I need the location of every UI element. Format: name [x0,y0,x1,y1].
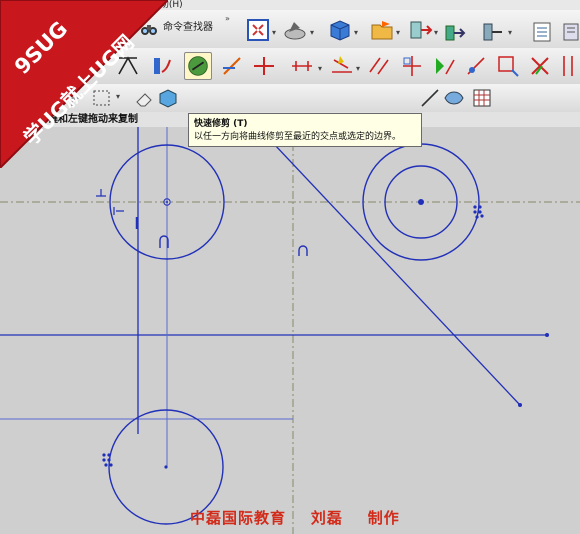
fillet-dropdown-icon[interactable]: ▾ [318,64,322,73]
menu-item-help[interactable]: 帮助(H) [151,0,183,10]
menu-item-edit[interactable]: 编辑(E) [0,0,31,10]
shaded-cube-icon[interactable] [326,16,354,44]
view-orient-icon[interactable] [406,16,434,44]
shaded-cube-dropdown-icon[interactable]: ▾ [354,28,358,37]
lower-center [164,465,168,469]
render-style-dropdown-icon[interactable]: ▾ [310,28,314,37]
tangent-symbol-2 [298,245,308,256]
perpendicular-symbol [96,189,106,197]
assembly-icon[interactable] [562,18,580,46]
selection-box-icon[interactable] [90,86,114,110]
graphics-window[interactable] [0,127,580,534]
fit-view-icon[interactable] [244,16,272,44]
fit-view-dropdown-icon[interactable]: ▾ [272,28,276,37]
grid-icon[interactable] [470,86,494,110]
snap-point-icon[interactable] [60,86,84,110]
line-endpoint [545,333,549,337]
status-hint-text: 键和左键拖动来复制 [48,114,138,125]
delete-constraint-icon[interactable] [526,52,554,80]
spline-curve-icon[interactable] [148,52,176,80]
view-orient-dropdown-icon[interactable]: ▾ [434,28,438,37]
diagonal-line [257,127,521,406]
credit-text: 中磊国际教育 刘磊 制作 [190,509,400,527]
selection-toolbar: ▾ [0,84,580,113]
perpendicular-constraint-icon[interactable] [398,52,426,80]
show-constraints-icon[interactable] [462,52,490,80]
profile-line-icon[interactable] [114,52,142,80]
auto-constrain-icon[interactable] [430,52,458,80]
select-body-icon[interactable] [156,86,180,110]
menu-item-analysis[interactable]: 分析(L) [48,0,78,10]
quick-trim-tooltip: 快速修剪 (T) 以任一方向将曲线修剪至最近的交点或选定的边界。 [188,113,422,147]
eraser-icon[interactable] [132,86,156,110]
curve-select-icon[interactable] [418,86,442,110]
layer-dropdown-icon[interactable]: ▾ [396,28,400,37]
diagonal-endpoint [518,403,522,407]
parallel-constraint-icon[interactable] [366,52,394,80]
binoculars-icon[interactable] [138,18,160,40]
command-finder-label[interactable]: 命令查找器 [163,16,213,40]
chamfer-icon[interactable] [328,52,356,80]
horizontal-tick [113,207,124,215]
convert-reference-icon[interactable] [558,52,580,80]
selection-dropdown-icon[interactable]: ▾ [116,92,120,101]
tooltip-title: 快速修剪 (T) [194,119,248,129]
quick-trim-button[interactable] [184,52,212,80]
standard-toolbar: 命令查找器 » ▾ ▾ ▾ ▾ ▾ ▾ [0,10,580,49]
toolbar-overflow-icon[interactable]: » [225,14,230,23]
quick-extend-icon[interactable] [218,52,246,80]
transform-icon[interactable] [478,18,506,46]
sketch-curve-toolbar: ▾ ▾ [0,48,580,85]
make-corner-icon[interactable] [250,52,278,80]
move-object-icon[interactable] [442,18,470,46]
face-select-icon[interactable] [442,86,466,110]
concentric-center [418,199,424,205]
part-navigator-icon[interactable] [528,18,556,46]
dimension-icon[interactable] [494,52,522,80]
dimension-marker-right [473,205,484,219]
fillet-icon[interactable] [288,52,316,80]
transform-dropdown-icon[interactable]: ▾ [508,28,512,37]
menu-item-preferences[interactable]: 首选项(P) [95,0,134,10]
render-style-icon[interactable] [282,16,310,44]
chamfer-dropdown-icon[interactable]: ▾ [356,64,360,73]
dimension-marker-left [102,453,113,467]
layer-folder-icon[interactable] [368,16,396,44]
tooltip-description: 以任一方向将曲线修剪至最近的交点或选定的边界。 [194,132,402,142]
